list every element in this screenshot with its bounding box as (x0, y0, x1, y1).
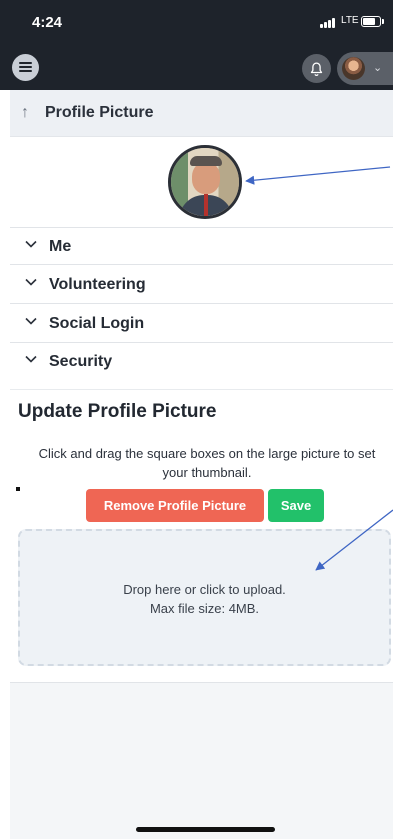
accordion-label: Social Login (49, 315, 145, 332)
instructions-text: Click and drag the square boxes on the l… (38, 446, 376, 480)
profile-card: Me Volunteering Social Login Security (10, 136, 393, 389)
hamburger-menu-button[interactable] (12, 54, 39, 81)
accordion-label: Volunteering (49, 276, 146, 293)
network-label: LTE (341, 15, 359, 26)
chevron-down-icon (25, 355, 37, 363)
battery-icon (361, 16, 381, 27)
chevron-down-icon: ⌄ (373, 62, 383, 74)
chevron-down-icon (25, 278, 37, 286)
top-navbar: ⌄ (0, 46, 393, 90)
save-button[interactable]: Save (268, 489, 324, 522)
home-indicator (136, 827, 275, 832)
back-up-icon[interactable]: ↑ (21, 104, 29, 122)
breadcrumb: ↑ Profile Picture (10, 90, 393, 136)
page-title: Profile Picture (45, 104, 154, 121)
chevron-down-icon (25, 240, 37, 248)
accordion-item-me[interactable]: Me (10, 227, 393, 265)
upload-dropzone[interactable]: Drop here or click to upload. Max file s… (18, 529, 391, 666)
dropzone-size-limit: Max file size: 4MB. (149, 601, 260, 616)
accordion-label: Security (49, 353, 113, 370)
bell-icon (310, 62, 323, 76)
dropzone-instruction: Drop here or click to upload. (123, 582, 286, 597)
accordion-item-volunteering[interactable]: Volunteering (10, 266, 393, 304)
notification-button[interactable] (302, 54, 331, 83)
accordion-label: Me (49, 238, 72, 255)
dropzone-text: Drop here or click to upload. Max file s… (20, 580, 389, 618)
page-footer-area (10, 683, 393, 839)
accordion-item-social-login[interactable]: Social Login (10, 305, 393, 343)
section-title: Update Profile Picture (18, 401, 217, 422)
accordion-item-security[interactable]: Security (10, 343, 393, 381)
user-menu-button[interactable]: ⌄ (337, 52, 393, 85)
status-time: 4:24 (32, 14, 63, 31)
avatar (342, 57, 365, 80)
battery-tip (382, 19, 384, 24)
chevron-down-icon (25, 317, 37, 325)
remove-picture-button[interactable]: Remove Profile Picture (86, 489, 264, 522)
status-bar: 4:24 LTE (0, 0, 393, 46)
crop-handle[interactable] (16, 487, 20, 491)
section-divider (10, 389, 393, 390)
signal-icon (320, 18, 338, 28)
profile-picture (168, 145, 242, 219)
